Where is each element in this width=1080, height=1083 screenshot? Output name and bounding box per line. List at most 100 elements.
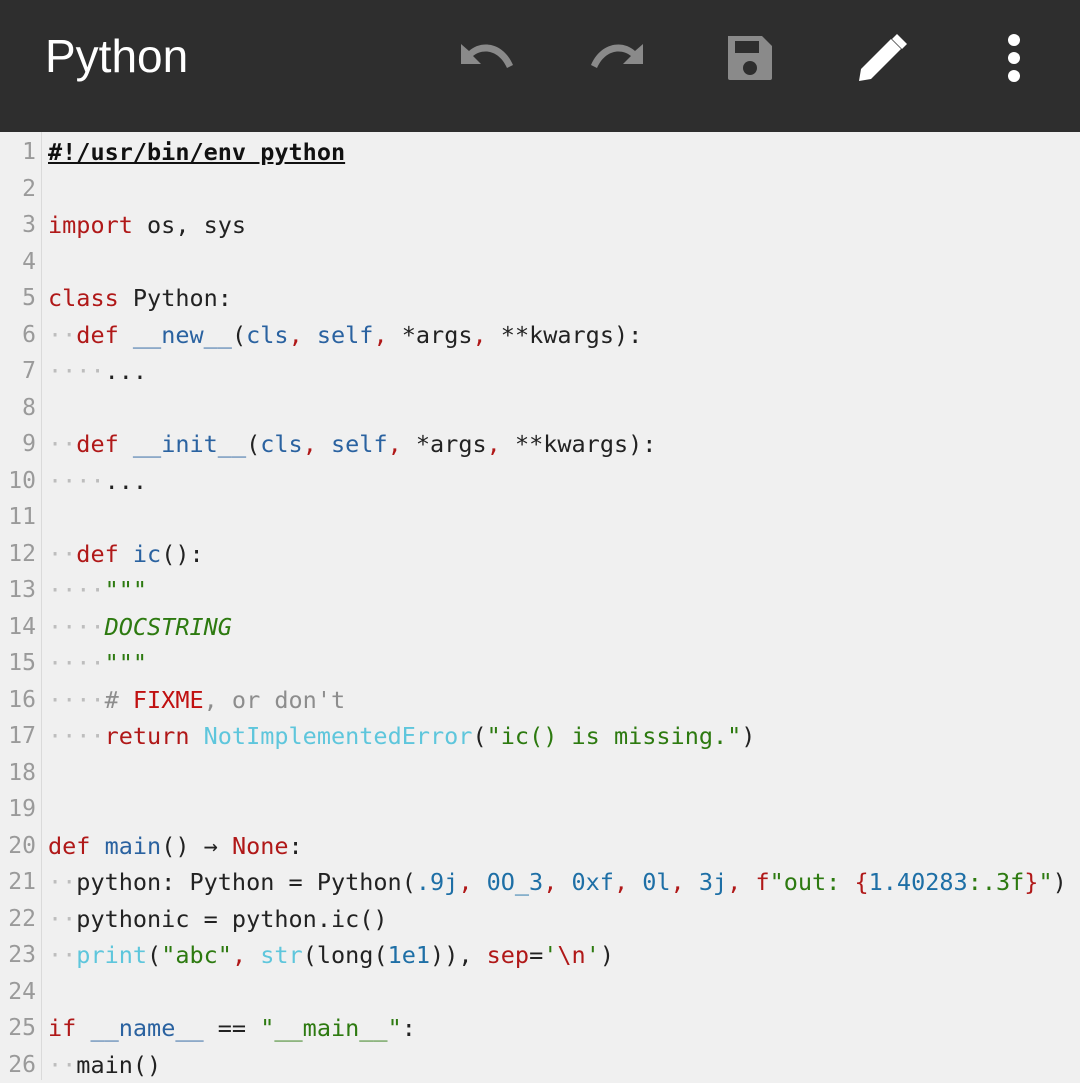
code-token: () → (161, 832, 232, 860)
code-text: ····DOCSTRING (48, 609, 232, 645)
code-line: 18 (0, 755, 1080, 792)
line-number: 26 (0, 1047, 36, 1083)
code-line: 4 (0, 244, 1080, 281)
code-token (119, 321, 133, 349)
code-token: None (232, 832, 289, 860)
code-token: , (289, 321, 317, 349)
edit-icon (855, 31, 909, 85)
code-token: )), (430, 941, 487, 969)
code-token: def (76, 540, 118, 568)
more-options-button[interactable] (982, 26, 1046, 90)
code-line: 22··pythonic = python.ic() (0, 901, 1080, 938)
code-token: , (232, 941, 260, 969)
code-token: ' (586, 941, 600, 969)
code-line: 17 ····return NotImplementedError("ic() i… (0, 718, 1080, 755)
indent-guide: ·· (48, 905, 76, 933)
code-token: class (48, 284, 119, 312)
code-token: if (48, 1014, 76, 1042)
code-editor[interactable]: 1#!/usr/bin/env python23import os, sys45… (0, 132, 1080, 1080)
code-token: ) (741, 722, 755, 750)
line-number: 20 (0, 828, 36, 864)
code-line: 16····# FIXME, or don't (0, 682, 1080, 719)
code-text: ····return NotImplementedError("ic() is … (48, 718, 755, 754)
line-number: 21 (0, 864, 36, 900)
code-line: 8 (0, 390, 1080, 427)
code-line: 26 ··main() (0, 1047, 1080, 1083)
code-token: import (48, 211, 133, 239)
app-title: Python (45, 28, 188, 84)
code-token: print (76, 941, 147, 969)
code-token: f (755, 868, 769, 896)
code-token: **kwargs): (515, 430, 656, 458)
code-token: self (331, 430, 388, 458)
code-token: Python: (119, 284, 232, 312)
code-token: def (76, 430, 118, 458)
code-token: cls (260, 430, 302, 458)
save-button[interactable] (718, 26, 782, 90)
code-text: ··pythonic = python.ic() (48, 901, 388, 937)
code-token: sep (487, 941, 529, 969)
line-number: 2 (0, 171, 36, 207)
code-token: ( (147, 941, 161, 969)
code-line: 10····... (0, 463, 1080, 500)
code-token: ic (133, 540, 161, 568)
code-token: ) (600, 941, 614, 969)
undo-button[interactable] (454, 26, 518, 90)
app-toolbar: Python (0, 0, 1080, 132)
code-token (119, 540, 133, 568)
code-token: NotImplementedError (204, 722, 473, 750)
indent-guide: ·· (48, 430, 76, 458)
code-token: # (105, 686, 133, 714)
code-text: ··def __new__(cls, self, *args, **kwargs… (48, 317, 642, 353)
code-line: 13····""" (0, 572, 1080, 609)
code-token: ) (1053, 868, 1067, 896)
code-token (119, 430, 133, 458)
line-number: 7 (0, 353, 36, 389)
code-token: FIXME (133, 686, 204, 714)
code-token: "ic() is missing." (487, 722, 742, 750)
indent-guide: ·· (48, 868, 76, 896)
line-number: 11 (0, 499, 36, 535)
line-number: 19 (0, 791, 36, 827)
edit-button[interactable] (850, 26, 914, 90)
code-text: ··def __init__(cls, self, *args, **kwarg… (48, 426, 656, 462)
code-line: 25if __name__ == "__main__": (0, 1010, 1080, 1047)
code-line: 14····DOCSTRING (0, 609, 1080, 646)
code-line: 21··python: Python = Python(.9j, 0O_3, 0… (0, 864, 1080, 901)
code-token: } (1024, 868, 1038, 896)
line-number: 1 (0, 134, 36, 170)
code-token: , (388, 430, 416, 458)
code-token: python: Python = Python( (76, 868, 416, 896)
code-line: 15····""" (0, 645, 1080, 682)
code-token: 1.40283 (869, 868, 968, 896)
code-token: *args (416, 430, 487, 458)
code-text: ····... (48, 353, 147, 389)
line-number: 17 (0, 718, 36, 754)
code-line: 5class Python: (0, 280, 1080, 317)
code-token: = (529, 941, 543, 969)
indent-guide: ···· (48, 722, 105, 750)
indent-guide: ···· (48, 357, 105, 385)
code-token: "out: (770, 868, 855, 896)
code-token: """ (105, 576, 147, 604)
code-text: ····# FIXME, or don't (48, 682, 345, 718)
code-text: ··main() (48, 1047, 161, 1083)
code-token: ... (105, 467, 147, 495)
code-token: :.3f (968, 868, 1025, 896)
line-number: 10 (0, 463, 36, 499)
line-number: 12 (0, 536, 36, 572)
code-token: main() (76, 1051, 161, 1079)
indent-guide: ·· (48, 941, 76, 969)
indent-guide: ···· (48, 649, 105, 677)
code-line: 19 (0, 791, 1080, 828)
code-token: ( (232, 321, 246, 349)
code-token: , (727, 868, 755, 896)
code-text: ··print("abc", str(long(1e1)), sep='\n') (48, 937, 614, 973)
code-token: main (105, 832, 162, 860)
code-token (90, 832, 104, 860)
redo-button[interactable] (586, 26, 650, 90)
code-line: 2 (0, 171, 1080, 208)
code-token: 0l (642, 868, 670, 896)
code-text: import os, sys (48, 207, 246, 243)
code-text: #!/usr/bin/env python (48, 134, 345, 170)
